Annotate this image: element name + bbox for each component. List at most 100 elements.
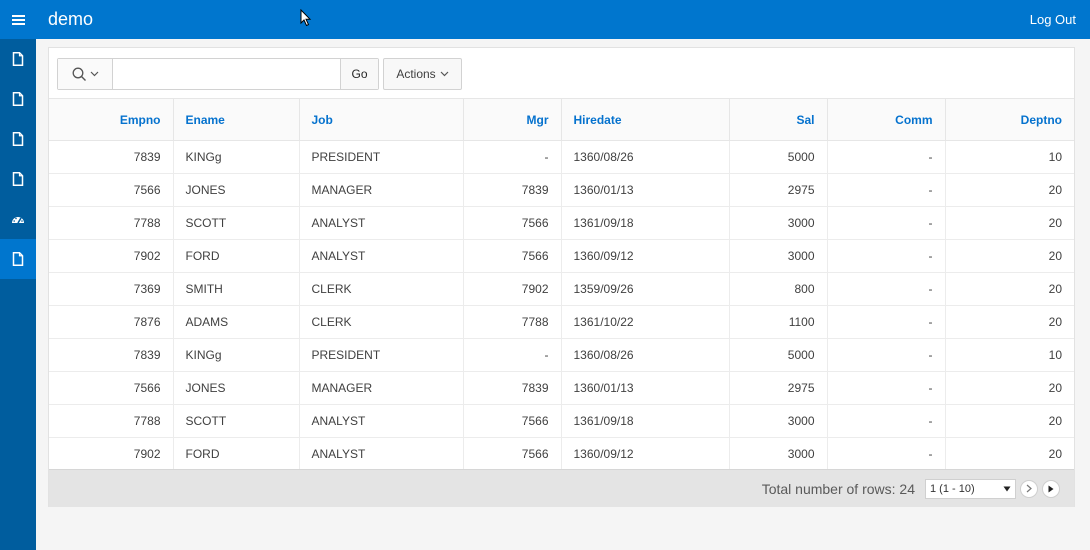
cell-ename: KINGg (173, 140, 300, 174)
nav-item-2[interactable] (0, 79, 36, 119)
cell-hiredate: 1360/01/13 (561, 173, 730, 207)
cell-mgr: 7566 (463, 404, 562, 438)
column-header-job[interactable]: Job (299, 98, 464, 141)
cell-deptno: 20 (945, 272, 1074, 306)
cell-hiredate: 1360/08/26 (561, 338, 730, 372)
column-header-comm[interactable]: Comm (827, 98, 946, 141)
cell-empno: 7902 (49, 239, 174, 273)
cell-hiredate: 1361/10/22 (561, 305, 730, 339)
logout-link[interactable]: Log Out (1030, 12, 1076, 27)
cell-empno: 7369 (49, 272, 174, 306)
cell-comm: - (827, 437, 946, 471)
go-button[interactable]: Go (340, 59, 378, 89)
total-rows-text: Total number of rows: 24 (761, 480, 915, 497)
side-navigation (0, 39, 36, 550)
table-row: 7369 SMITH CLERK 7902 1359/09/26 800 - 2… (49, 272, 1074, 306)
pagination-value: 1 (1 - 10) (930, 482, 975, 495)
cell-hiredate: 1360/01/13 (561, 371, 730, 405)
cell-deptno: 20 (945, 206, 1074, 240)
pagination-footer: Total number of rows: 24 1 (1 - 10) (49, 469, 1074, 507)
table-row: 7839 KINGg PRESIDENT - 1360/08/26 5000 -… (49, 140, 1074, 174)
cell-job: PRESIDENT (299, 140, 464, 174)
cell-sal: 2975 (729, 173, 828, 207)
cell-ename: SMITH (173, 272, 300, 306)
nav-item-3[interactable] (0, 119, 36, 159)
report-toolbar: Go Actions (57, 58, 462, 90)
nav-item-1[interactable] (0, 39, 36, 79)
cell-job: CLERK (299, 272, 464, 306)
page-icon (12, 132, 24, 146)
cell-deptno: 10 (945, 140, 1074, 174)
nav-item-4[interactable] (0, 159, 36, 199)
search-input[interactable] (113, 59, 340, 89)
cell-comm: - (827, 371, 946, 405)
cell-hiredate: 1361/09/18 (561, 206, 730, 240)
cell-job: MANAGER (299, 371, 464, 405)
cell-hiredate: 1360/08/26 (561, 140, 730, 174)
cell-sal: 3000 (729, 206, 828, 240)
cell-comm: - (827, 272, 946, 306)
cell-mgr: 7566 (463, 206, 562, 240)
column-header-deptno[interactable]: Deptno (945, 98, 1074, 141)
cell-job: MANAGER (299, 173, 464, 207)
column-header-sal[interactable]: Sal (729, 98, 828, 141)
cell-sal: 3000 (729, 437, 828, 471)
dropdown-arrow-icon (1003, 486, 1011, 491)
cell-ename: SCOTT (173, 206, 300, 240)
pagination-select[interactable]: 1 (1 - 10) (925, 478, 1016, 499)
cell-sal: 800 (729, 272, 828, 306)
menu-toggle-button[interactable] (0, 0, 36, 39)
column-header-hiredate[interactable]: Hiredate (561, 98, 730, 141)
cell-comm: - (827, 173, 946, 207)
table-row: 7902 FORD ANALYST 7566 1360/09/12 3000 -… (49, 239, 1074, 273)
page-icon (12, 172, 24, 186)
cell-empno: 7902 (49, 437, 174, 471)
column-header-ename[interactable]: Ename (173, 98, 300, 141)
last-page-button[interactable] (1042, 479, 1060, 498)
cell-sal: 3000 (729, 404, 828, 438)
table-row: 7876 ADAMS CLERK 7788 1361/10/22 1100 - … (49, 305, 1074, 339)
cell-ename: SCOTT (173, 404, 300, 438)
cell-comm: - (827, 305, 946, 339)
cell-empno: 7839 (49, 338, 174, 372)
report-table: Empno Ename Job Mgr Hiredate Sal Comm De… (49, 98, 1074, 471)
table-row: 7839 KINGg PRESIDENT - 1360/08/26 5000 -… (49, 338, 1074, 372)
main-content: Go Actions Empno Ename Job Mgr Hiredate … (36, 39, 1090, 550)
cell-mgr: - (463, 140, 562, 174)
cell-job: ANALYST (299, 437, 464, 471)
nav-item-current[interactable] (0, 239, 36, 279)
table-row: 7788 SCOTT ANALYST 7566 1361/09/18 3000 … (49, 206, 1074, 240)
next-page-button[interactable] (1020, 479, 1038, 498)
table-header-row: Empno Ename Job Mgr Hiredate Sal Comm De… (49, 98, 1074, 141)
cell-mgr: 7566 (463, 437, 562, 471)
cell-deptno: 20 (945, 239, 1074, 273)
search-icon (72, 67, 86, 81)
cell-empno: 7788 (49, 206, 174, 240)
cell-job: ANALYST (299, 206, 464, 240)
cell-comm: - (827, 206, 946, 240)
cell-empno: 7839 (49, 140, 174, 174)
search-column-selector[interactable] (58, 59, 113, 89)
app-title[interactable]: demo (48, 9, 93, 30)
cell-hiredate: 1361/09/18 (561, 404, 730, 438)
mouse-cursor-icon (300, 9, 312, 27)
cell-hiredate: 1360/09/12 (561, 437, 730, 471)
page-icon (12, 92, 24, 106)
nav-item-dashboard[interactable] (0, 199, 36, 239)
actions-menu-button[interactable]: Actions (383, 58, 462, 90)
dashboard-icon (12, 217, 24, 224)
cell-sal: 3000 (729, 239, 828, 273)
cell-ename: FORD (173, 239, 300, 273)
cell-job: ANALYST (299, 239, 464, 273)
cell-comm: - (827, 239, 946, 273)
table-row: 7788 SCOTT ANALYST 7566 1361/09/18 3000 … (49, 404, 1074, 438)
cell-mgr: 7902 (463, 272, 562, 306)
cell-mgr: 7566 (463, 239, 562, 273)
cell-empno: 7566 (49, 371, 174, 405)
cell-comm: - (827, 404, 946, 438)
table-row: 7902 FORD ANALYST 7566 1360/09/12 3000 -… (49, 437, 1074, 471)
column-header-empno[interactable]: Empno (49, 98, 174, 141)
column-header-mgr[interactable]: Mgr (463, 98, 562, 141)
cell-deptno: 20 (945, 371, 1074, 405)
cell-comm: - (827, 140, 946, 174)
